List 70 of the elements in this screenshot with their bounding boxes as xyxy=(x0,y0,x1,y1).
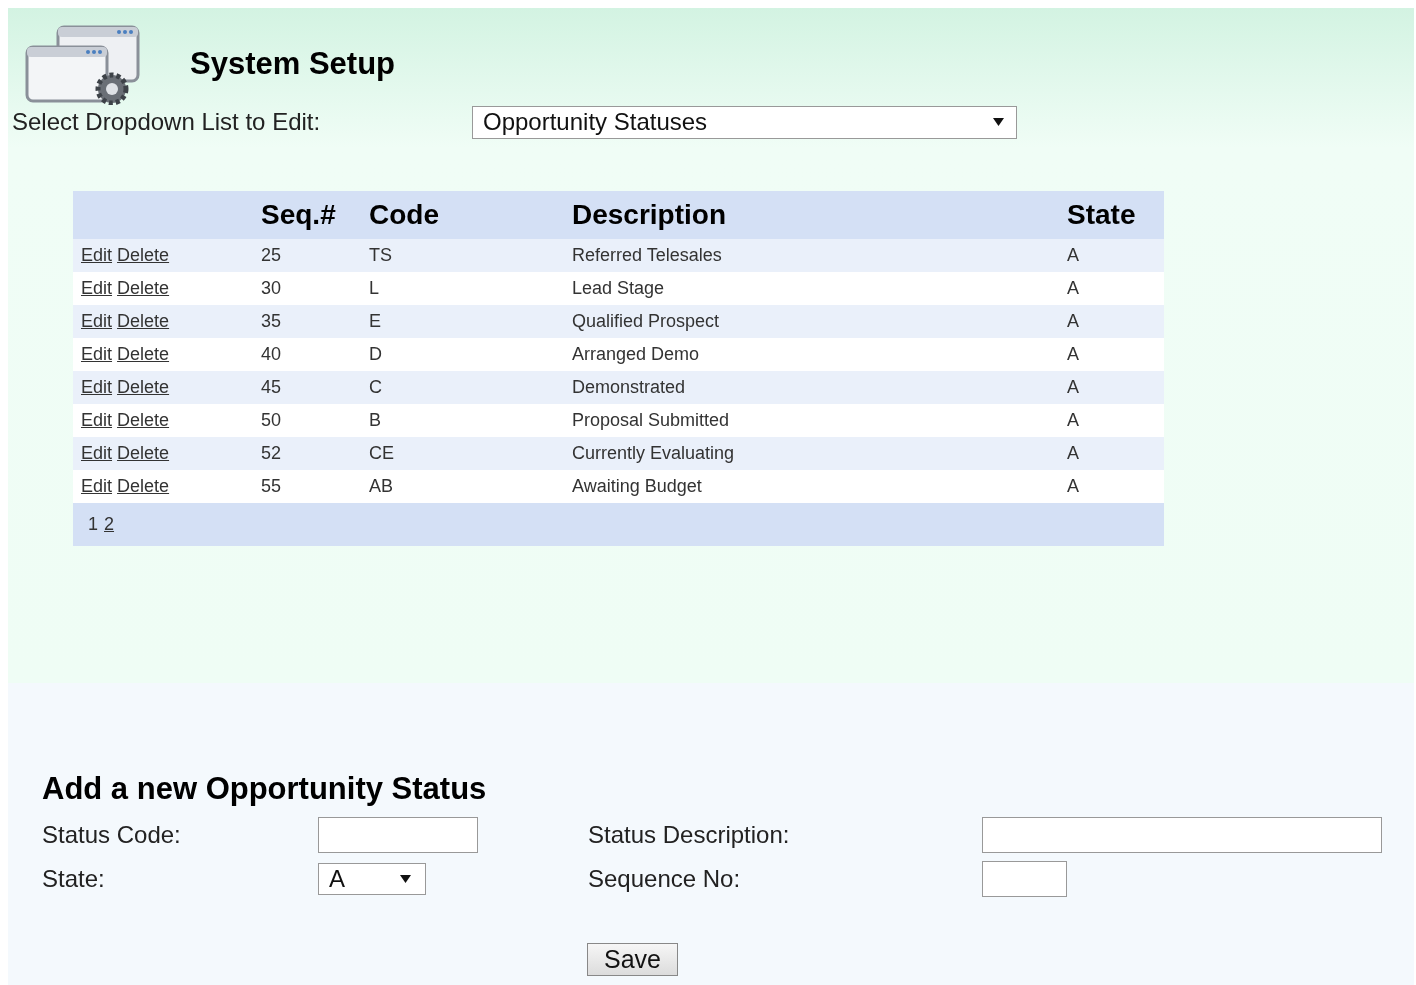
table-cell: A xyxy=(1067,377,1079,397)
page-link[interactable]: 2 xyxy=(104,514,115,534)
column-header: Description xyxy=(572,199,727,230)
field-label: Status Description: xyxy=(588,821,791,849)
edit-link[interactable]: Edit xyxy=(81,311,113,331)
page-title: System Setup xyxy=(190,46,395,82)
table-cell: 35 xyxy=(261,311,282,331)
caret-icon xyxy=(993,118,1004,126)
table-cell: Referred Telesales xyxy=(572,245,722,265)
edit-link[interactable]: Edit xyxy=(81,476,113,496)
table-cell: Proposal Submitted xyxy=(572,410,730,430)
table-cell: L xyxy=(369,278,379,298)
sequence-number-field[interactable] xyxy=(982,861,1067,897)
column-header: Code xyxy=(369,199,439,230)
table-cell: C xyxy=(369,377,382,397)
table-cell: A xyxy=(1067,278,1079,298)
table-cell: Demonstrated xyxy=(572,377,686,397)
table-cell: TS xyxy=(369,245,392,265)
table-cell: A xyxy=(1067,311,1079,331)
edit-link[interactable]: Edit xyxy=(81,278,113,298)
delete-link[interactable]: Delete xyxy=(117,344,170,364)
windows-gear-icon xyxy=(24,23,142,105)
table-cell: Awaiting Budget xyxy=(572,476,702,496)
table-cell: A xyxy=(1067,344,1079,364)
edit-link[interactable]: Edit xyxy=(81,377,113,397)
edit-link[interactable]: Edit xyxy=(81,410,113,430)
table-cell: 40 xyxy=(261,344,282,364)
table-cell: Arranged Demo xyxy=(572,344,700,364)
table-cell: B xyxy=(369,410,381,430)
table-cell: A xyxy=(1067,410,1079,430)
delete-link[interactable]: Delete xyxy=(117,278,170,298)
table-cell: A xyxy=(1067,245,1079,265)
edit-link[interactable]: Edit xyxy=(81,443,113,463)
table-cell: 50 xyxy=(261,410,282,430)
table-cell: A xyxy=(1067,476,1079,496)
delete-link[interactable]: Delete xyxy=(117,410,170,430)
delete-link[interactable]: Delete xyxy=(117,245,170,265)
status-code-field[interactable] xyxy=(318,817,478,853)
table-cell: D xyxy=(369,344,382,364)
column-header: State xyxy=(1067,199,1136,230)
field-label: Select Dropdown List to Edit: xyxy=(12,108,322,136)
edit-link[interactable]: Edit xyxy=(81,344,113,364)
table-cell: A xyxy=(1067,443,1079,463)
table-cell: 52 xyxy=(261,443,282,463)
field-label: State: xyxy=(42,865,106,893)
delete-link[interactable]: Delete xyxy=(117,443,170,463)
state-dropdown[interactable]: A xyxy=(318,863,426,895)
table-cell: 55 xyxy=(261,476,282,496)
table-cell: E xyxy=(369,311,381,331)
delete-link[interactable]: Delete xyxy=(117,377,170,397)
caret-icon xyxy=(400,875,411,883)
form-title: Add a new Opportunity Status xyxy=(42,771,488,807)
table-cell: CE xyxy=(369,443,394,463)
table-cell: 45 xyxy=(261,377,282,397)
delete-link[interactable]: Delete xyxy=(117,476,170,496)
table-cell: Lead Stage xyxy=(572,278,665,298)
delete-link[interactable]: Delete xyxy=(117,311,170,331)
table-cell: 30 xyxy=(261,278,282,298)
list-dropdown[interactable]: Opportunity Statuses xyxy=(472,105,1017,139)
table-cell: AB xyxy=(369,476,393,496)
field-label: Status Code: xyxy=(42,821,182,849)
field-label: Sequence No: xyxy=(588,865,742,893)
table-cell: 25 xyxy=(261,245,282,265)
current-page: 1 xyxy=(88,514,98,534)
table-cell: Qualified Prospect xyxy=(572,311,720,331)
edit-link[interactable]: Edit xyxy=(81,245,113,265)
column-header: Seq.# xyxy=(261,199,336,230)
save-button[interactable]: Save xyxy=(587,943,678,976)
status-description-field[interactable] xyxy=(982,817,1382,853)
table-cell: Currently Evaluating xyxy=(572,443,735,463)
